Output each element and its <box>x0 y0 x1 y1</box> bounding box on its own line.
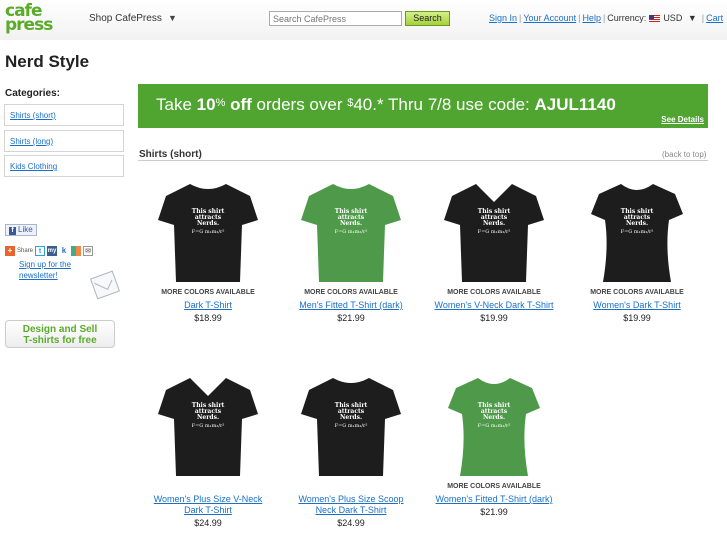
chevron-down-icon[interactable]: ▼ <box>168 13 177 23</box>
twitter-icon[interactable]: t <box>35 246 46 257</box>
myspace-icon[interactable]: my <box>47 246 58 257</box>
product-price: $21.99 <box>480 507 508 517</box>
more-colors-label: MORE COLORS AVAILABLE <box>447 289 541 296</box>
product-price: $21.99 <box>337 313 365 323</box>
search-button[interactable]: Search <box>405 11 450 26</box>
product-name-link[interactable]: Dark T-Shirt <box>147 300 269 311</box>
facebook-like-button[interactable]: f Like <box>5 224 37 236</box>
sign-in-link[interactable]: Sign In <box>489 13 517 23</box>
product-name-link[interactable]: Women's Fitted T-Shirt (dark) <box>433 494 555 505</box>
section-divider <box>138 160 708 161</box>
more-colors-label: MORE COLORS AVAILABLE <box>447 483 541 490</box>
shirt-image[interactable]: This shirt attracts Nerds. F=G m₁m₂/r² <box>299 372 403 480</box>
shirt-image[interactable]: This shirt attracts Nerds. F=G m₁m₂/r² <box>299 178 403 286</box>
shirt-print: This shirt attracts Nerds. F=G m₁m₂/r² <box>477 208 511 236</box>
your-account-link[interactable]: Your Account <box>523 13 576 23</box>
category-shirts-long[interactable]: Shirts (long) <box>4 130 124 152</box>
shirt-print: This shirt attracts Nerds. F=G m₁m₂/r² <box>334 402 368 430</box>
product-card[interactable]: This shirt attracts Nerds. F=G m₁m₂/r² MORE … <box>576 178 698 323</box>
shirt-print: This shirt attracts Nerds. F=G m₁m₂/r² <box>334 208 368 236</box>
currency-select[interactable]: USD <box>663 13 682 23</box>
shirt-image[interactable]: This shirt attracts Nerds. F=G m₁m₂/r² <box>442 178 546 286</box>
promo-banner[interactable]: Take 10% off orders over $40.* Thru 7/8 … <box>138 84 708 128</box>
help-link[interactable]: Help <box>582 13 601 23</box>
newsletter-signup-link[interactable]: Sign up for the newsletter! <box>19 259 79 281</box>
product-card[interactable]: This shirt attracts Nerds. F=G m₁m₂/r² MORE … <box>433 178 555 323</box>
like-label: Like <box>18 225 33 234</box>
back-to-top-link[interactable]: (back to top) <box>662 150 706 159</box>
product-card[interactable]: This shirt attracts Nerds. F=G m₁m₂/r² MORE … <box>433 372 555 517</box>
us-flag-icon <box>649 15 661 22</box>
design-line-1: Design and Sell <box>22 324 98 335</box>
see-details-link[interactable]: See Details <box>661 115 704 124</box>
kaboodle-icon[interactable]: k <box>59 246 70 257</box>
product-price: $19.99 <box>623 313 651 323</box>
more-colors-label: MORE COLORS AVAILABLE <box>590 289 684 296</box>
shirt-image[interactable]: This shirt attracts Nerds. F=G m₁m₂/r² <box>156 372 260 480</box>
shirt-image[interactable]: This shirt attracts Nerds. F=G m₁m₂/r² <box>442 372 546 480</box>
product-name-link[interactable]: Men's Fitted T-Shirt (dark) <box>290 300 412 311</box>
more-colors-label: MORE COLORS AVAILABLE <box>161 289 255 296</box>
shop-cafepress-menu[interactable]: Shop CafePress <box>89 13 162 24</box>
product-card[interactable]: This shirt attracts Nerds. F=G m₁m₂/r² MORE … <box>147 178 269 323</box>
promo-code: AJUL1140 <box>534 95 616 114</box>
shirt-print: This shirt attracts Nerds. F=G m₁m₂/r² <box>191 208 225 236</box>
search-input[interactable] <box>269 11 402 26</box>
page-title: Nerd Style <box>5 52 90 71</box>
cafepress-logo[interactable]: cafe press <box>5 3 53 35</box>
product-price: $18.99 <box>194 313 222 323</box>
currency-label: Currency: <box>607 13 647 23</box>
category-kids-clothing[interactable]: Kids Clothing <box>4 155 124 177</box>
google-icon[interactable] <box>71 246 82 257</box>
shirt-print: This shirt attracts Nerds. F=G m₁m₂/r² <box>620 208 654 236</box>
product-name-link[interactable]: Women's Dark T-Shirt <box>576 300 698 311</box>
category-shirts-short[interactable]: Shirts (short) <box>4 104 124 126</box>
logo-line-2: press <box>5 15 53 35</box>
share-label: Share <box>17 248 34 255</box>
design-and-sell-button[interactable]: Design and Sell T-shirts for free <box>5 320 115 348</box>
design-line-2: T-shirts for free <box>23 335 97 346</box>
product-price: $24.99 <box>194 518 222 528</box>
account-links: Sign In | Your Account | Help | Currency: USD ▼… <box>489 13 724 23</box>
envelope-icon <box>89 270 121 300</box>
more-colors-label: MORE COLORS AVAILABLE <box>304 289 398 296</box>
section-title: Shirts (short) <box>139 149 202 160</box>
share-plus-icon[interactable]: + <box>5 246 15 257</box>
facebook-icon: f <box>9 227 16 235</box>
email-icon[interactable]: ✉ <box>83 246 94 257</box>
share-bar: + Share t my k ✉ <box>5 246 95 258</box>
product-name-link[interactable]: Women's Plus Size V-Neck Dark T-Shirt <box>147 494 269 516</box>
product-card[interactable]: This shirt attracts Nerds. F=G m₁m₂/r² Women… <box>147 372 269 528</box>
header-bar: cafe press Shop CafePress ▼ Search Sign … <box>0 0 727 40</box>
more-colors-label <box>147 483 269 492</box>
cart-link[interactable]: Cart <box>706 13 723 23</box>
product-price: $24.99 <box>337 518 365 528</box>
product-card[interactable]: This shirt attracts Nerds. F=G m₁m₂/r² Women… <box>290 372 412 528</box>
chevron-down-icon[interactable]: ▼ <box>688 13 697 23</box>
more-colors-label <box>290 483 412 492</box>
shirt-image[interactable]: This shirt attracts Nerds. F=G m₁m₂/r² <box>156 178 260 286</box>
shirt-image[interactable]: This shirt attracts Nerds. F=G m₁m₂/r² <box>585 178 689 286</box>
product-card[interactable]: This shirt attracts Nerds. F=G m₁m₂/r² MORE … <box>290 178 412 323</box>
categories-title: Categories: <box>5 88 61 99</box>
product-price: $19.99 <box>480 313 508 323</box>
promo-text: Take 10% off orders over $40.* Thru 7/8 … <box>156 95 616 114</box>
product-name-link[interactable]: Women's V-Neck Dark T-Shirt <box>433 300 555 311</box>
shirt-print: This shirt attracts Nerds. F=G m₁m₂/r² <box>191 402 225 430</box>
shirt-print: This shirt attracts Nerds. F=G m₁m₂/r² <box>477 402 511 430</box>
product-name-link[interactable]: Women's Plus Size Scoop Neck Dark T-Shir… <box>290 494 412 516</box>
